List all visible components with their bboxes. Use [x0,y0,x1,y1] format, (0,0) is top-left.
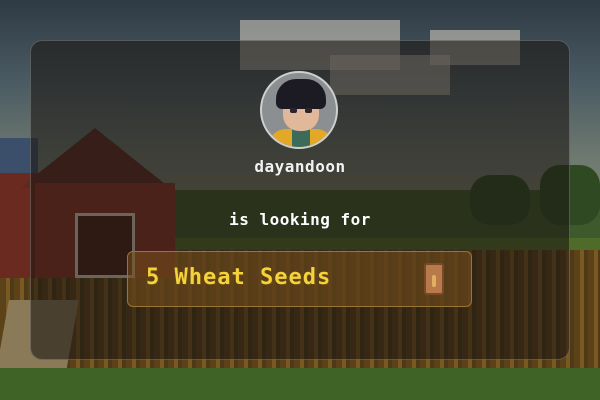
username: dayandoon [254,157,346,176]
avatar-shirt [292,129,310,147]
wheat-seed-packet-icon [424,263,444,295]
request-message: is looking for [229,210,371,229]
avatar-hair [276,79,326,109]
user-avatar [260,71,338,149]
avatar-eye [290,108,297,113]
requested-item-text: 5 Wheat Seeds [146,265,332,290]
avatar-eye [305,108,312,113]
foreground-grass [0,368,600,400]
